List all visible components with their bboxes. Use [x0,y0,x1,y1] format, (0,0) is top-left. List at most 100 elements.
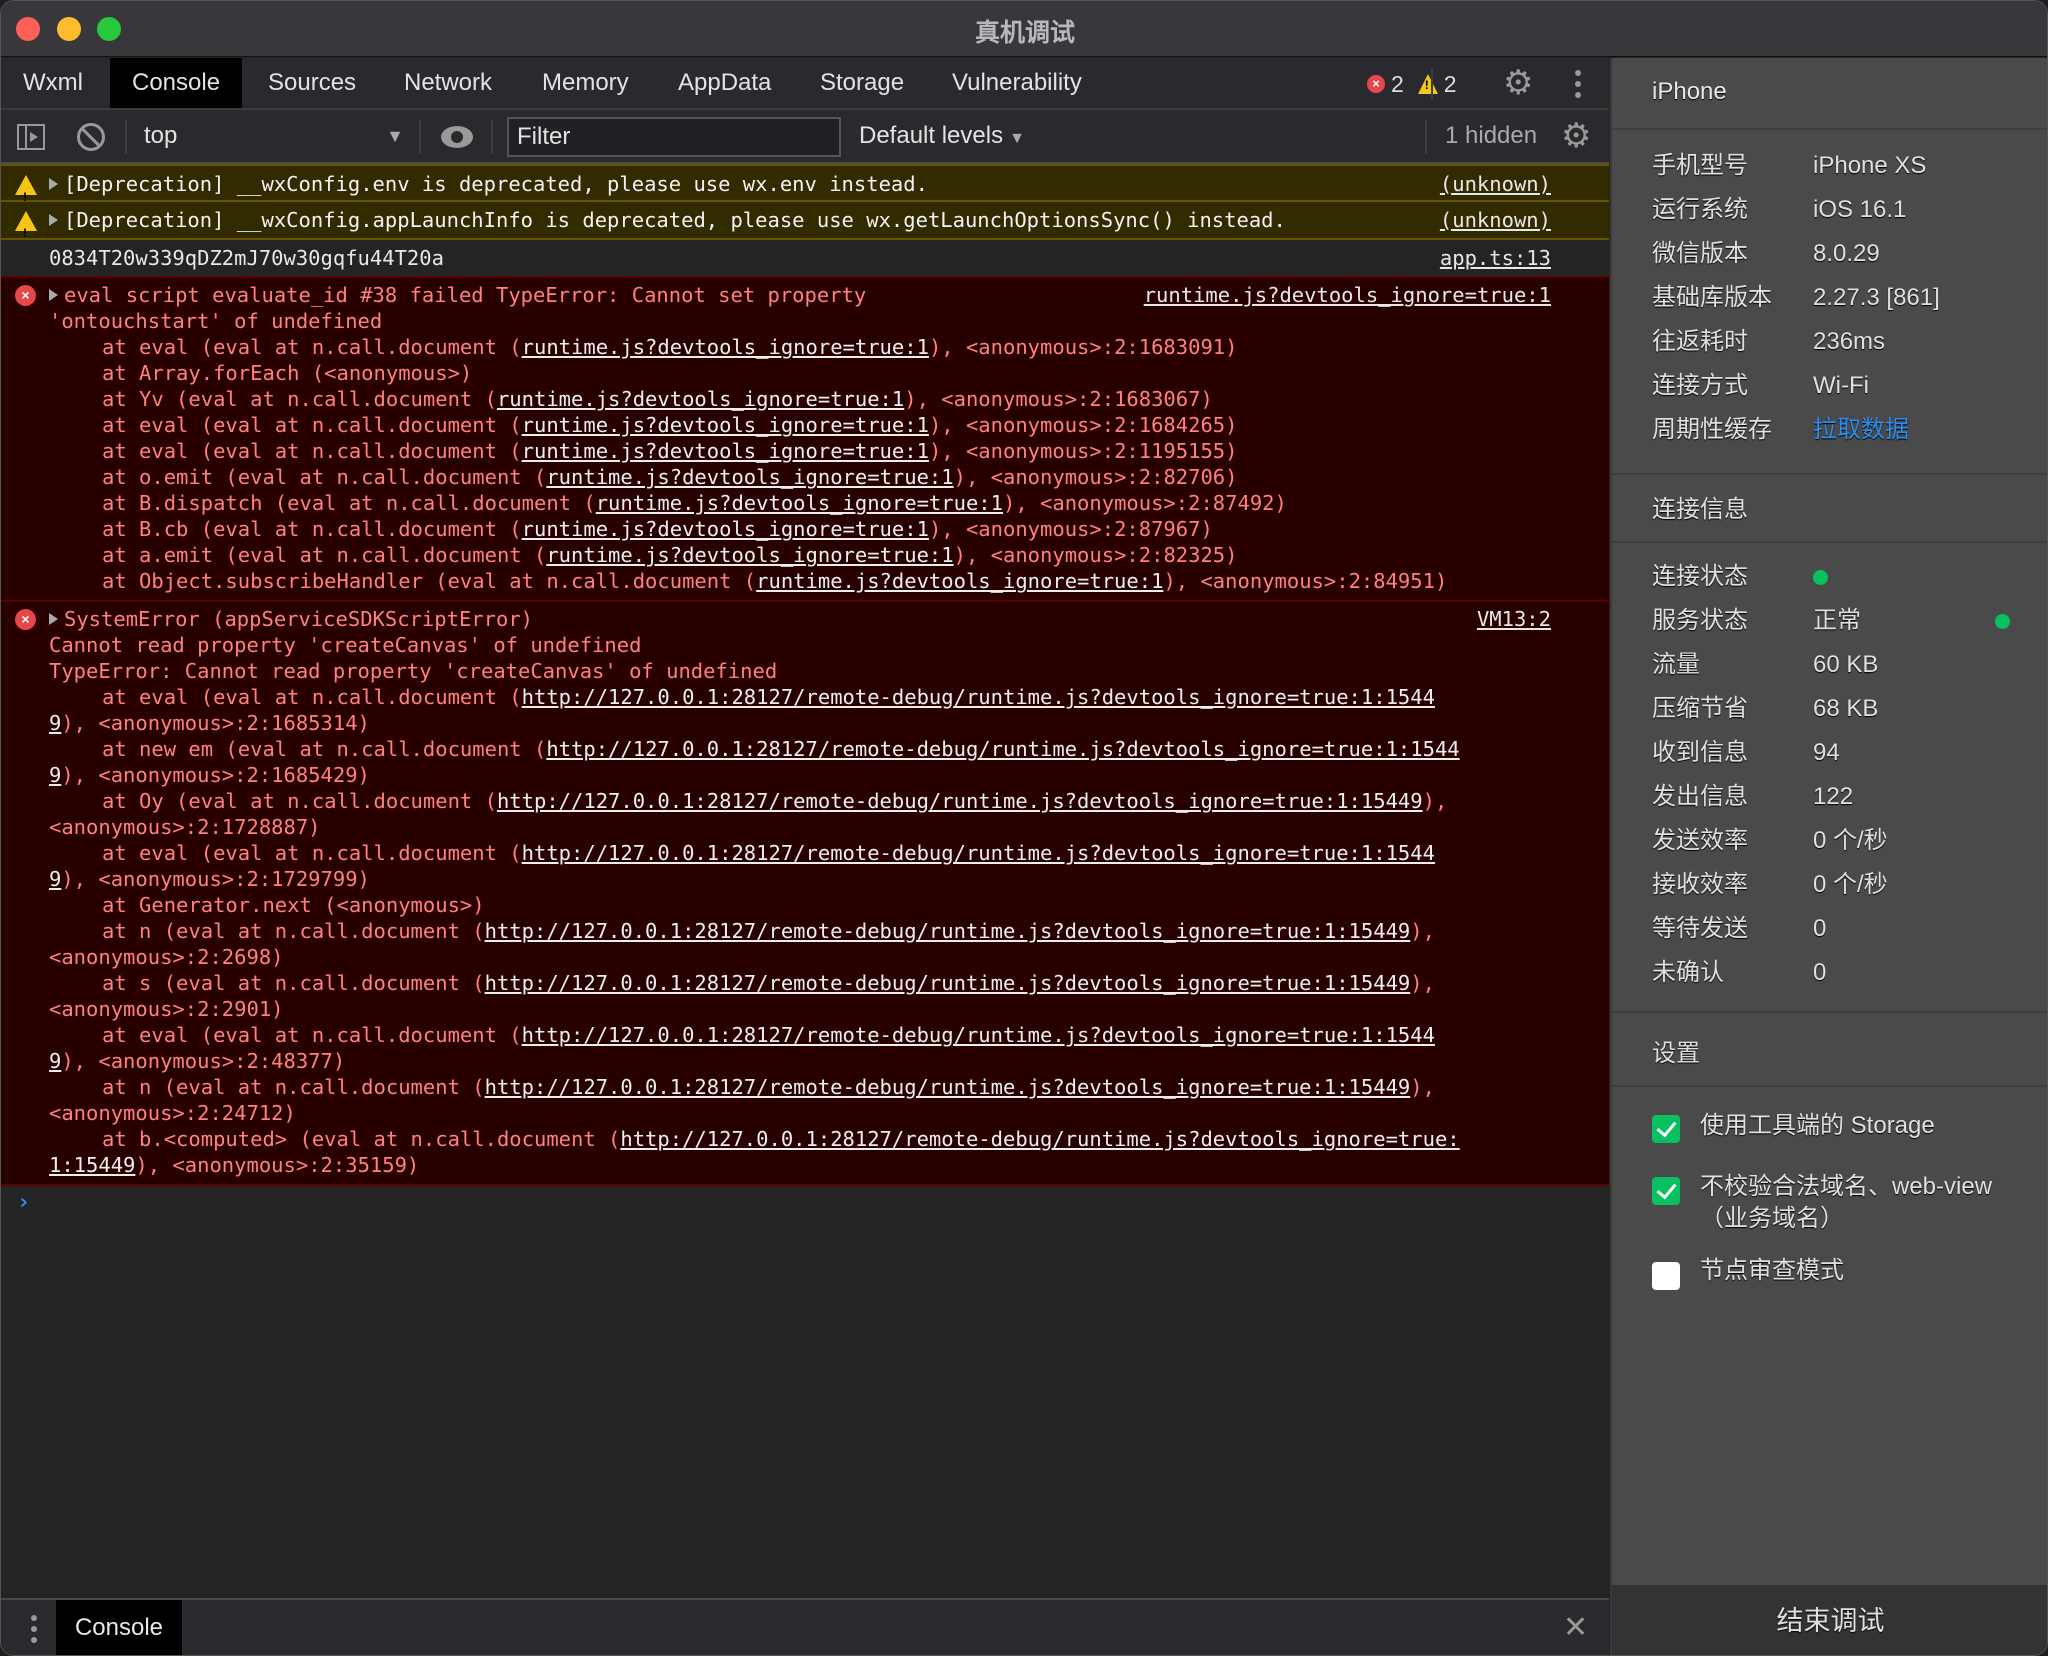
frame-text: at b.<computed> (eval at n.call.document… [102,1127,621,1151]
panel-tabs: Wxml Console Sources Network Memory AppD… [1,58,1609,110]
frame-text: at new em (eval at n.call.document ( [102,737,547,761]
connection-row: 接收效率 0 个/秒 [1652,871,1888,898]
divider [1612,541,2047,543]
frame-location: ), <anonymous>:2:87967) [928,517,1213,541]
info-row: 微信版本 8.0.29 [1652,240,1880,267]
tab-network[interactable]: Network [382,58,514,108]
divider [1431,68,1433,100]
tab-storage[interactable]: Storage [798,58,926,108]
stack-trace: at eval (eval at n.call.document (runtim… [49,334,1559,594]
stack-frame-link[interactable]: http://127.0.0.1:28127/remote-debug/runt… [546,737,1459,761]
stack-frame-link[interactable]: 9 [49,763,61,787]
node-inspect-label[interactable]: 节点审查模式 [1700,1255,2000,1287]
stack-frame-link[interactable]: 9 [49,1049,61,1073]
frame-text: at eval (eval at n.call.document ( [102,335,522,359]
drawer-tab-console[interactable]: Console [56,1600,182,1655]
filter-input[interactable] [507,117,841,157]
device-name: iPhone [1652,78,1727,105]
divider [419,120,421,154]
source-link[interactable]: VM13:2 [1477,606,1551,632]
divider [1425,120,1427,154]
info-row: 手机型号 iPhone XS [1652,152,1927,179]
stack-frame: <anonymous>:2:24712) [49,1100,1559,1126]
stack-frame-link[interactable]: 9 [49,711,61,735]
console-prompt-row[interactable]: › [1,1186,1609,1226]
more-options-icon[interactable] [1575,70,1581,103]
stack-frame: at B.cb (eval at n.call.document (runtim… [49,516,1559,542]
tab-sources[interactable]: Sources [246,58,378,108]
stack-frame-link[interactable]: http://127.0.0.1:28127/remote-debug/runt… [485,919,1411,943]
use-tool-storage-label[interactable]: 使用工具端的 Storage [1700,1110,2000,1142]
stack-frame-link[interactable]: runtime.js?devtools_ignore=true:1 [596,491,1003,515]
end-debug-button[interactable]: 结束调试 [1612,1585,2047,1655]
expand-triangle-icon[interactable] [49,214,58,226]
source-link[interactable]: app.ts:13 [1440,240,1551,277]
stack-frame-link[interactable]: http://127.0.0.1:28127/remote-debug/runt… [497,789,1423,813]
message-source: (unknown) [1439,172,1551,196]
stack-frame: at eval (eval at n.call.document (runtim… [49,412,1559,438]
connection-row: 等待发送 0 [1652,915,1827,942]
frame-text: at B.dispatch (eval at n.call.document ( [102,491,596,515]
warning-icon: ! [15,175,37,204]
stack-frame-link[interactable]: 9 [49,867,61,891]
error-message-line: Cannot read property 'createCanvas' of u… [49,633,642,657]
divider [125,120,127,154]
console-error-message: × runtime.js?devtools_ignore=true:1 eval… [1,278,1609,602]
stack-frame-link[interactable]: 1:15449 [49,1153,135,1177]
console-output: ! [Deprecation] __wxConfig.env is deprec… [1,164,1609,1596]
drawer-menu-icon[interactable] [31,1615,37,1648]
frame-text: at a.emit (eval at n.call.document ( [102,543,547,567]
live-expression-eye-icon[interactable] [441,126,473,148]
skip-domain-check-label[interactable]: 不校验合法域名、web-view（业务域名） [1700,1171,2000,1235]
console-settings-gear-icon[interactable]: ⚙ [1561,119,1591,153]
settings-gear-icon[interactable]: ⚙ [1503,66,1533,100]
node-inspect-checkbox[interactable] [1652,1262,1680,1290]
issue-counts[interactable]: × 2 ! 2 [1367,70,1457,98]
stack-frame-link[interactable]: runtime.js?devtools_ignore=true:1 [546,465,953,489]
stack-frame-link[interactable]: http://127.0.0.1:28127/remote-debug/runt… [485,1075,1411,1099]
stack-frame-link[interactable]: runtime.js?devtools_ignore=true:1 [522,439,929,463]
tab-console[interactable]: Console [110,58,243,108]
stack-frame: 9), <anonymous>:2:48377) [49,1048,1559,1074]
stack-frame: at a.emit (eval at n.call.document (runt… [49,542,1559,568]
expand-triangle-icon[interactable] [49,178,58,190]
expand-triangle-icon[interactable] [49,613,58,625]
stack-trace: Cannot read property 'createCanvas' of u… [49,632,1559,1178]
frame-text: at n (eval at n.call.document ( [102,919,485,943]
connection-row: 流量 60 KB [1652,651,1879,678]
tab-wxml[interactable]: Wxml [1,58,105,108]
tab-vulnerability[interactable]: Vulnerability [930,58,1104,108]
tab-memory[interactable]: Memory [520,58,651,108]
frame-location: <anonymous>:2:1728887) [49,815,321,839]
clear-console-icon[interactable] [77,123,105,151]
stack-frame-link[interactable]: http://127.0.0.1:28127/remote-debug/runt… [522,841,1435,865]
stack-frame: <anonymous>:2:2901) [49,996,1559,1022]
stack-frame-link[interactable]: runtime.js?devtools_ignore=true:1 [497,387,904,411]
stack-frame-link[interactable]: runtime.js?devtools_ignore=true:1 [756,569,1163,593]
log-levels-dropdown[interactable]: Default levels ▼ [859,110,1025,162]
stack-frame: at o.emit (eval at n.call.document (runt… [49,464,1559,490]
source-link[interactable]: runtime.js?devtools_ignore=true:1 [1144,282,1551,308]
title-bar: 真机调试 [1,1,2047,57]
use-tool-storage-checkbox[interactable] [1652,1115,1680,1143]
stack-frame-link[interactable]: runtime.js?devtools_ignore=true:1 [522,413,929,437]
skip-domain-check-checkbox[interactable] [1652,1177,1680,1205]
expand-triangle-icon[interactable] [49,289,58,301]
fetch-data-link[interactable]: 拉取数据 [1813,413,1909,447]
tab-appdata[interactable]: AppData [656,58,793,108]
frame-location: ), [1410,919,1435,943]
show-sidebar-icon[interactable] [17,124,45,150]
stack-frame-link[interactable]: http://127.0.0.1:28127/remote-debug/runt… [522,685,1435,709]
stack-frame-link[interactable]: runtime.js?devtools_ignore=true:1 [522,517,929,541]
stack-frame-link[interactable]: http://127.0.0.1:28127/remote-debug/runt… [485,971,1411,995]
frame-location: ), <anonymous>:2:1684265) [928,413,1238,437]
context-selector[interactable]: top ▼ [144,110,404,162]
stack-frame-link[interactable]: http://127.0.0.1:28127/remote-debug/runt… [522,1023,1435,1047]
frame-text: at Generator.next (<anonymous>) [102,893,485,917]
stack-frame-link[interactable]: http://127.0.0.1:28127/remote-debug/runt… [620,1127,1459,1151]
stack-frame-link[interactable]: runtime.js?devtools_ignore=true:1 [546,543,953,567]
stack-frame-link[interactable]: runtime.js?devtools_ignore=true:1 [522,335,929,359]
close-drawer-icon[interactable]: ✕ [1563,1610,1588,1646]
frame-text: at n (eval at n.call.document ( [102,1075,485,1099]
warning-count: 2 [1443,70,1457,97]
